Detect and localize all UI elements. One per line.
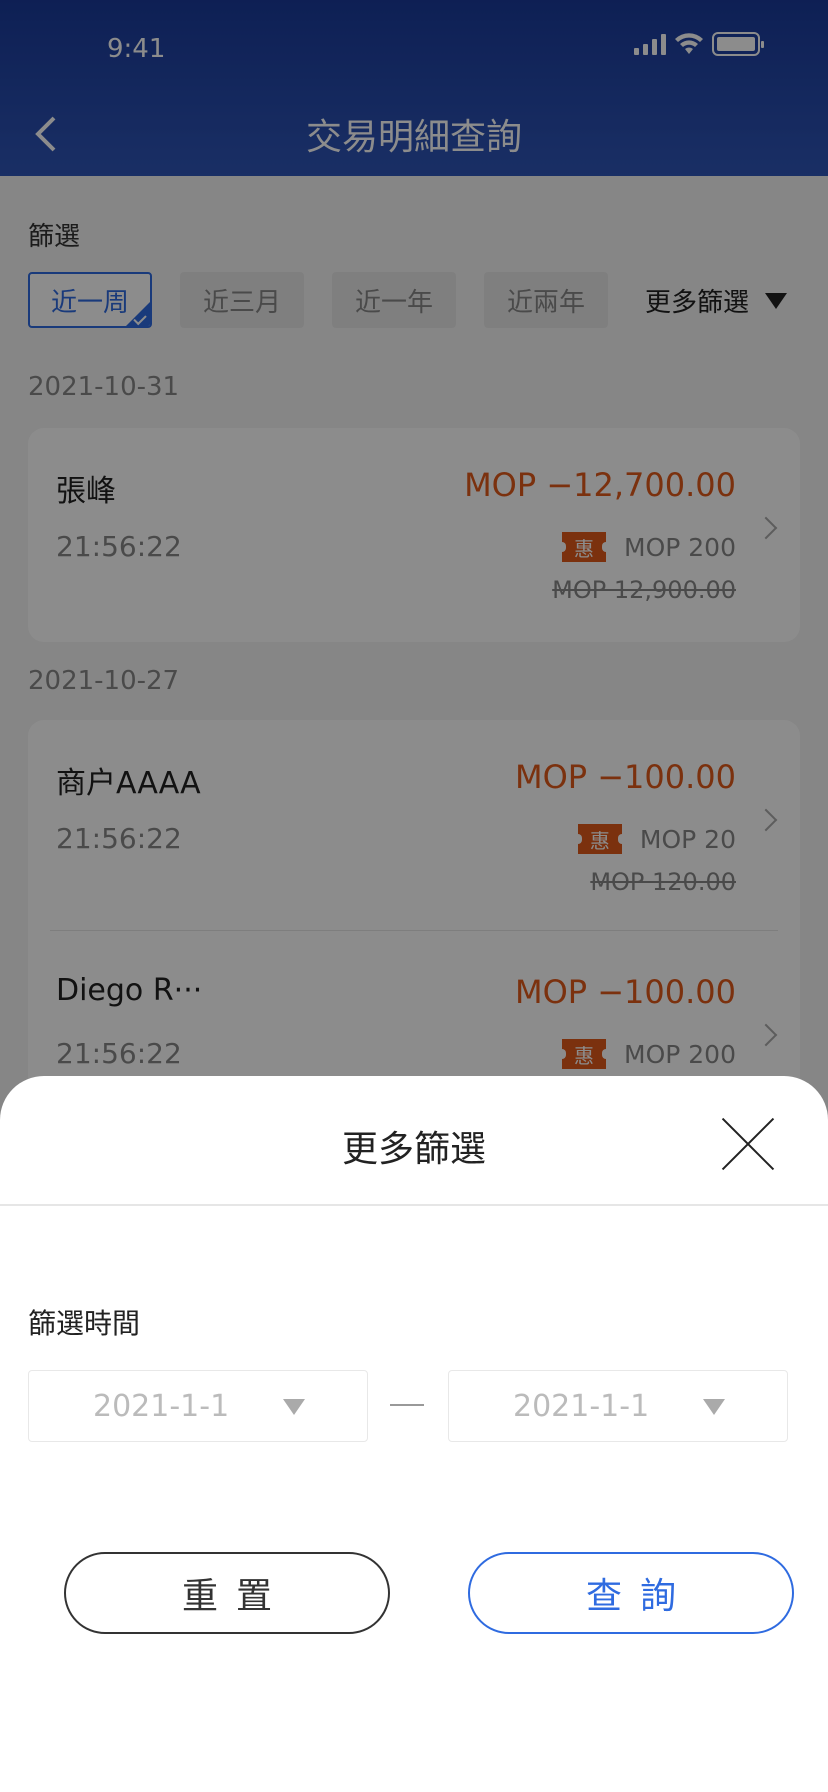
end-date-select[interactable]: 2021-1-1 xyxy=(448,1370,788,1442)
caret-down-icon xyxy=(703,1399,725,1415)
start-date-value: 2021-1-1 xyxy=(93,1389,230,1424)
start-date-select[interactable]: 2021-1-1 xyxy=(28,1370,368,1442)
time-filter-label: 篩選時間 xyxy=(28,1307,141,1340)
caret-down-icon xyxy=(283,1399,305,1415)
sheet-divider xyxy=(0,1204,828,1206)
end-date-value: 2021-1-1 xyxy=(513,1389,650,1424)
more-filter-sheet: 更多篩選 篩選時間 2021-1-1 2021-1-1 重置 查詢 xyxy=(0,1076,828,1792)
close-icon[interactable] xyxy=(720,1116,776,1172)
date-range-dash xyxy=(390,1404,424,1406)
query-button[interactable]: 查詢 xyxy=(468,1552,794,1634)
sheet-title: 更多篩選 xyxy=(341,1129,486,1170)
reset-button[interactable]: 重置 xyxy=(64,1552,390,1634)
